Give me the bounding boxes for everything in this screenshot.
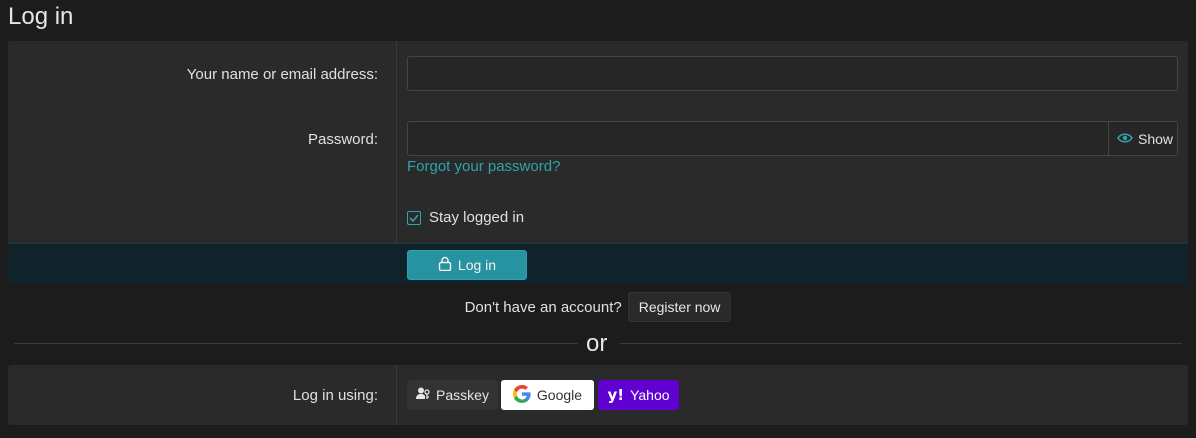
google-button[interactable]: Google bbox=[501, 380, 594, 410]
username-input[interactable] bbox=[407, 56, 1178, 91]
show-password-button[interactable]: Show bbox=[1108, 121, 1178, 156]
password-label: Password: bbox=[307, 131, 378, 148]
stay-logged-in-label: Stay logged in bbox=[429, 209, 525, 226]
divider-or: or bbox=[586, 330, 608, 357]
register-row: Don't have an account? Register now bbox=[0, 292, 1196, 322]
login-form-panel: Your name or email address: Password: Sh… bbox=[8, 41, 1188, 284]
yahoo-icon: y! bbox=[607, 386, 625, 404]
register-prompt: Don't have an account? bbox=[464, 298, 622, 316]
form-footer: Log in bbox=[8, 243, 1188, 284]
stay-logged-in-checkbox[interactable] bbox=[407, 210, 421, 225]
divider-right bbox=[620, 343, 1182, 344]
yahoo-button[interactable]: y! Yahoo bbox=[598, 380, 679, 410]
forgot-password-link[interactable]: Forgot your password? bbox=[407, 158, 560, 175]
eye-icon bbox=[1117, 131, 1133, 147]
stay-logged-in[interactable]: Stay logged in bbox=[407, 209, 524, 226]
divider-left bbox=[14, 343, 578, 344]
password-input[interactable] bbox=[407, 121, 1178, 156]
show-label: Show bbox=[1138, 130, 1174, 147]
passkey-label: Passkey bbox=[436, 387, 489, 403]
login-button-label: Log in bbox=[457, 257, 497, 273]
google-label: Google bbox=[536, 387, 583, 403]
register-button[interactable]: Register now bbox=[627, 292, 732, 322]
checkmark-icon bbox=[409, 213, 419, 222]
oauth-label: Log in using: bbox=[292, 387, 378, 404]
username-label: Your name or email address: bbox=[186, 66, 378, 83]
lock-icon bbox=[438, 256, 452, 274]
passkey-icon bbox=[416, 387, 430, 403]
yahoo-label: Yahoo bbox=[630, 387, 670, 403]
google-icon bbox=[512, 384, 531, 406]
oauth-panel: Log in using: Passkey Google y! Yahoo bbox=[8, 365, 1188, 425]
page-title: Log in bbox=[8, 3, 74, 30]
login-button[interactable]: Log in bbox=[407, 250, 527, 280]
passkey-button[interactable]: Passkey bbox=[407, 380, 498, 410]
